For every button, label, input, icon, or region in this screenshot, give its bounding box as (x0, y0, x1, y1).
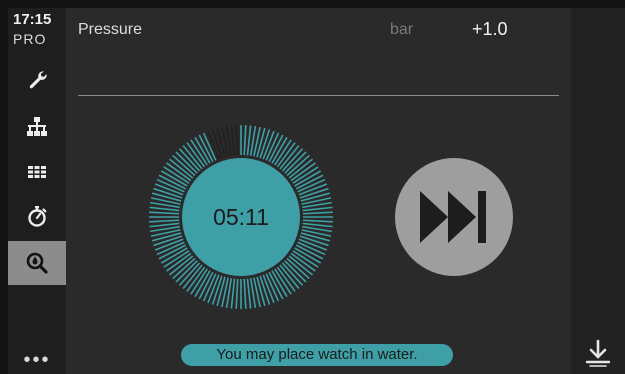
clock: 17:15 (13, 11, 52, 28)
right-toolbar (571, 8, 625, 374)
divider (78, 95, 559, 96)
parameter-value: +1.0 (472, 19, 508, 39)
timer-tick (235, 278, 239, 309)
sidebar-item-inspect[interactable] (8, 241, 66, 285)
timer-tick (172, 257, 196, 280)
sidebar-item-network[interactable] (8, 105, 66, 149)
timer-tick (302, 222, 333, 228)
timer-tick (281, 262, 304, 286)
timer-tick (149, 211, 180, 215)
status-banner: You may place watch in water. (181, 344, 453, 366)
timer-tick (302, 206, 333, 212)
timer-tick (302, 219, 333, 223)
sidebar-item-timer[interactable] (8, 194, 66, 238)
timer-tick (178, 262, 201, 286)
screen: 17:15 PRO ••• Pressure bar +1.0 05:11 Yo… (0, 0, 625, 374)
sidebar-item-log[interactable] (8, 150, 66, 194)
parameter-label: Pressure (78, 21, 143, 38)
timer-tick (230, 125, 236, 156)
timer-tick (230, 278, 236, 309)
more-menu-button[interactable]: ••• (8, 350, 66, 370)
timer-tick (243, 125, 247, 156)
timer-tick (175, 151, 198, 174)
edition-label: PRO (13, 31, 47, 47)
timer-tick (172, 154, 196, 177)
timer-tick (149, 219, 180, 223)
magnifier-drop-icon (26, 252, 48, 274)
timer-time: 05:11 (213, 204, 269, 230)
timer-tick (235, 125, 239, 156)
countdown-dial: 05:11 (149, 125, 333, 309)
timer-tick (281, 148, 304, 172)
timer-tick (178, 148, 201, 172)
skip-forward-button[interactable] (395, 158, 513, 276)
countdown-timer: 05:11 (148, 124, 334, 310)
sidebar-item-settings[interactable] (8, 57, 66, 101)
timer-tick (284, 151, 307, 174)
timer-tick (286, 154, 310, 177)
timer-tick (302, 211, 333, 215)
stopwatch-icon (28, 206, 47, 227)
timer-tick (246, 125, 252, 156)
timer-tick (284, 260, 307, 283)
timer-tick (246, 278, 252, 309)
timer-tick (175, 260, 198, 283)
sidebar: 17:15 PRO ••• (8, 8, 66, 374)
main-panel: Pressure bar +1.0 05:11 You may place wa… (66, 8, 571, 374)
parameter-unit: bar (390, 21, 414, 38)
download-icon[interactable] (585, 338, 611, 368)
fast-forward-end-icon (420, 191, 486, 243)
wrench-icon (29, 71, 47, 89)
timer-tick (243, 278, 247, 309)
timer-tick (286, 257, 310, 280)
grid-icon (28, 166, 46, 178)
timer-tick (149, 222, 180, 228)
network-icon (27, 117, 47, 136)
timer-tick (149, 206, 180, 212)
